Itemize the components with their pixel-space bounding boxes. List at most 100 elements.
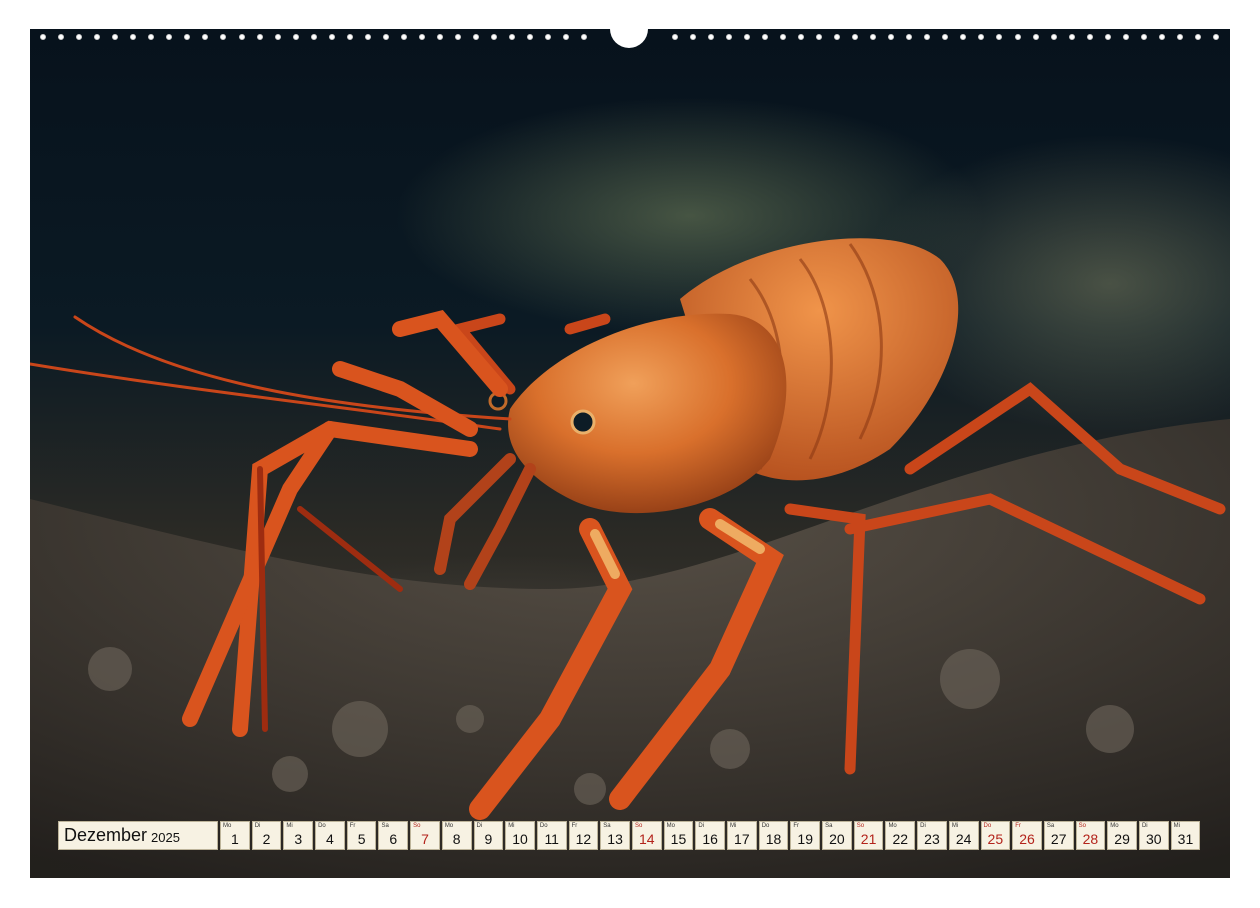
day-cell: Do 4 xyxy=(315,821,345,850)
day-cell: Do 18 xyxy=(758,821,789,850)
binding-hole xyxy=(473,34,480,40)
day-cell: Fr 19 xyxy=(790,821,821,850)
binding-hole xyxy=(1195,34,1201,40)
day-cell: Sa 6 xyxy=(378,821,409,850)
binding-hole xyxy=(870,34,877,40)
binding-hole xyxy=(166,34,173,40)
binding-hole xyxy=(671,34,678,40)
day-number: 12 xyxy=(575,831,592,847)
day-cell: Mi 10 xyxy=(505,821,535,850)
weekday-label: Mo xyxy=(666,823,675,829)
binding-hole xyxy=(455,34,462,40)
binding-hole xyxy=(707,34,714,40)
weekday-label: Sa xyxy=(381,823,389,829)
day-cell: Mi 3 xyxy=(283,821,314,850)
day-number: 19 xyxy=(797,831,813,847)
day-number: 11 xyxy=(544,831,559,847)
day-cell: Mo 15 xyxy=(663,821,694,850)
day-cell: Mo 29 xyxy=(1107,821,1137,850)
day-number: 9 xyxy=(484,831,493,847)
weekday-label: Di xyxy=(698,823,704,829)
binding-hole xyxy=(40,34,46,40)
binding-hole xyxy=(256,34,263,40)
day-cell: Sa 27 xyxy=(1043,821,1074,850)
weekday-label: Mo xyxy=(444,823,454,829)
day-cell: Di 23 xyxy=(917,821,947,850)
day-cell: Do 25 xyxy=(980,821,1011,850)
binding-hole xyxy=(346,34,353,40)
day-number: 31 xyxy=(1177,831,1194,847)
binding-hole xyxy=(1068,34,1075,40)
binding-hole xyxy=(852,34,859,40)
binding-hole xyxy=(906,34,913,40)
binding-hole xyxy=(996,34,1003,40)
day-cell: Di 16 xyxy=(695,821,725,850)
day-cell: Di 30 xyxy=(1138,821,1169,850)
binding-hole xyxy=(779,34,786,40)
binding-hole xyxy=(1158,34,1165,40)
weekday-label: Fr xyxy=(1015,823,1021,829)
calendar-photo xyxy=(30,29,1230,878)
binding-hole xyxy=(130,34,137,40)
weekday-label: Do xyxy=(761,823,770,829)
binding-hole xyxy=(58,34,65,40)
day-number: 27 xyxy=(1050,831,1067,847)
binding-hole xyxy=(202,34,209,40)
binding-hole xyxy=(978,34,985,40)
day-cell: Mi 17 xyxy=(727,821,757,850)
day-cell: Mo 1 xyxy=(220,821,250,850)
binding-hole xyxy=(1086,34,1093,40)
weekday-label: Mi xyxy=(1173,823,1180,829)
day-cell: So 14 xyxy=(631,821,662,850)
binding-hole xyxy=(274,34,281,40)
weekday-label: Fr xyxy=(793,823,800,829)
day-cell: Sa 20 xyxy=(822,821,852,850)
binding-hole xyxy=(382,34,389,40)
day-number: 25 xyxy=(987,831,1004,847)
weekday-label: Mi xyxy=(286,823,293,829)
binding-hole xyxy=(94,34,101,40)
day-number: 21 xyxy=(860,831,877,847)
binding-hole xyxy=(545,34,552,40)
binding-hole xyxy=(960,34,967,40)
day-number: 22 xyxy=(892,831,909,847)
binding-hole xyxy=(1122,34,1129,40)
binding-hole xyxy=(292,34,299,40)
weekday-label: So xyxy=(856,823,865,829)
day-number: 17 xyxy=(734,831,750,847)
weekday-label: Do xyxy=(983,823,992,829)
weekday-label: Mo xyxy=(888,823,897,829)
weekday-label: Fr xyxy=(349,823,356,829)
weekday-label: Di xyxy=(1141,823,1148,829)
binding-hole xyxy=(761,34,768,40)
day-number: 10 xyxy=(512,831,528,847)
day-cell: Mo 8 xyxy=(441,821,472,850)
day-number: 30 xyxy=(1145,831,1162,847)
binding-hole xyxy=(328,34,335,40)
binding-hole xyxy=(527,34,534,40)
day-number: 13 xyxy=(607,831,623,847)
day-number: 16 xyxy=(702,831,718,847)
binding-hole xyxy=(1014,34,1021,40)
weekday-label: Di xyxy=(920,823,926,829)
binding-hole xyxy=(1140,34,1147,40)
weekday-label: So xyxy=(1078,823,1086,829)
weekday-label: Do xyxy=(318,823,326,829)
day-cell: Fr 26 xyxy=(1012,821,1042,850)
day-number: 23 xyxy=(924,831,940,847)
binding-hole xyxy=(689,34,696,40)
weekday-label: So xyxy=(413,823,421,829)
day-number: 8 xyxy=(452,831,461,847)
day-number: 5 xyxy=(357,831,366,847)
binding-hole xyxy=(1104,34,1111,40)
weekday-label: Di xyxy=(254,823,261,829)
weekday-label: Mi xyxy=(951,823,959,829)
binding-hole xyxy=(418,34,425,40)
year-label: 2025 xyxy=(151,829,180,845)
day-cell: Fr 12 xyxy=(568,821,599,850)
day-cell: Di 9 xyxy=(473,821,504,850)
weekday-label: Sa xyxy=(825,823,833,829)
weekday-label: Di xyxy=(476,823,483,829)
binding-hole xyxy=(364,34,371,40)
day-number: 1 xyxy=(230,831,239,847)
